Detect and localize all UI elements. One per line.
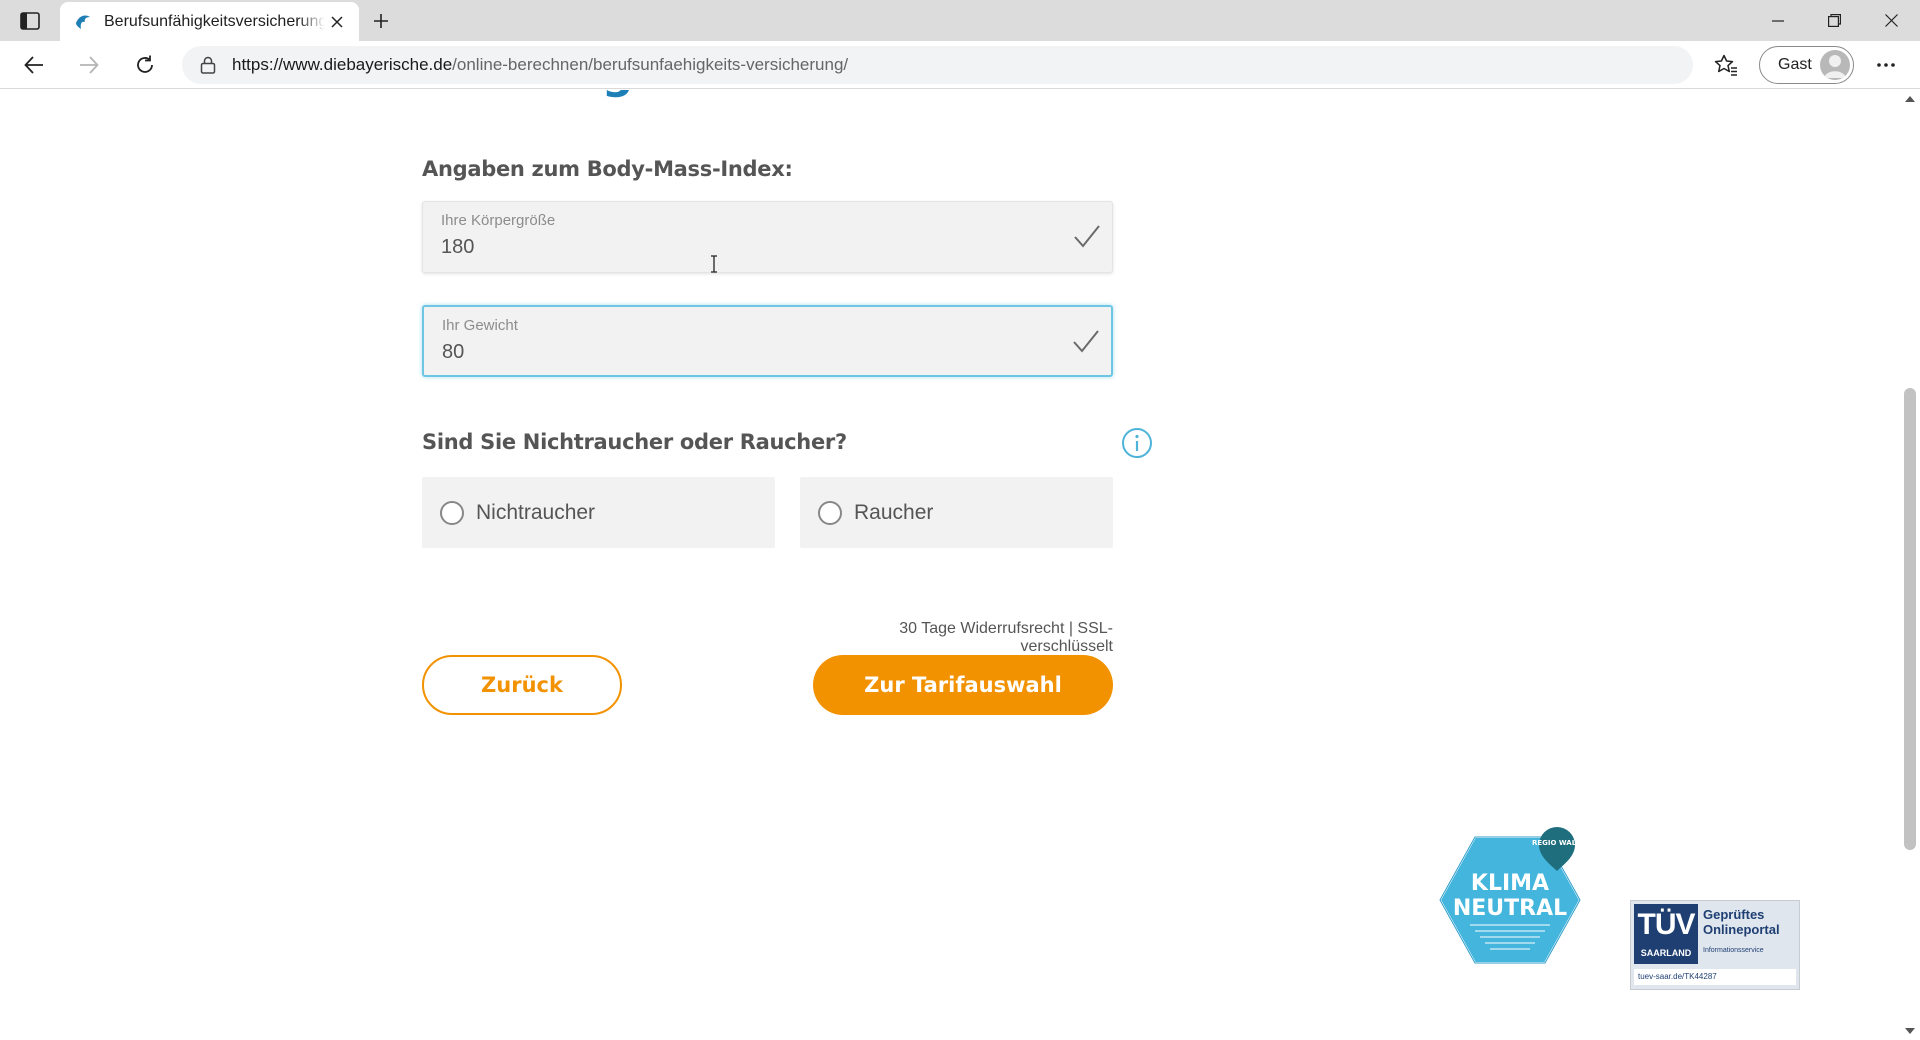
window-controls [1749, 0, 1920, 41]
tab-strip: Berufsunfähigkeitsversicherung [0, 0, 1920, 41]
tab-title: Berufsunfähigkeitsversicherung [104, 12, 325, 30]
tariff-selection-button[interactable]: Zur Tarifauswahl [813, 655, 1113, 715]
browser-tab[interactable]: Berufsunfähigkeitsversicherung [60, 2, 359, 41]
minimize-icon[interactable] [1749, 0, 1806, 41]
weight-field-label: Ihr Gewicht [442, 317, 518, 334]
reload-icon[interactable] [127, 47, 163, 83]
page-scrollbar[interactable] [1900, 90, 1920, 1040]
address-bar[interactable]: https://www.diebayerische.de/online-bere… [182, 46, 1693, 84]
tuev-badge[interactable]: TÜV SAARLAND Geprüftes Onlineportal Info… [1630, 900, 1800, 990]
tuev-title-line1: Geprüftes [1703, 907, 1765, 922]
height-field[interactable]: Ihre Körpergröße 180 [422, 201, 1113, 273]
close-window-icon[interactable] [1863, 0, 1920, 41]
weight-field[interactable]: Ihr Gewicht 80 [422, 305, 1113, 377]
bird-favicon-icon [74, 13, 92, 31]
radio-raucher[interactable]: Raucher [800, 477, 1113, 548]
height-field-value[interactable]: 180 [441, 236, 474, 259]
scroll-up-arrow-icon[interactable] [1905, 96, 1915, 102]
radio-circle[interactable] [818, 500, 842, 525]
tuev-subtitle: Informationsservice [1703, 947, 1764, 954]
scroll-thumb[interactable] [1904, 388, 1916, 850]
scroll-down-arrow-icon[interactable] [1905, 1028, 1915, 1034]
height-field-label: Ihre Körpergröße [441, 212, 556, 229]
tuev-region: SAARLAND [1640, 948, 1692, 958]
lock-icon[interactable] [198, 55, 218, 75]
radio-nichtraucher[interactable]: Nichtraucher [422, 477, 775, 548]
page-content: Ihre Angaben 3 von 3 Angaben zum Body-Ma… [0, 90, 1900, 1040]
tab-actions-icon[interactable] [16, 8, 44, 34]
tuev-title: Geprüftes Onlineportal [1703, 907, 1780, 937]
close-icon[interactable] [325, 10, 349, 34]
profile-button[interactable]: Gast [1759, 46, 1854, 84]
back-button[interactable]: Zurück [422, 655, 622, 715]
profile-label: Gast [1778, 56, 1812, 73]
tuev-logo-text: TÜV [1637, 908, 1696, 941]
radio-label-raucher: Raucher [854, 500, 934, 524]
legal-note: 30 Tage Widerrufsrecht | SSL-verschlüsse… [899, 620, 1113, 655]
info-icon[interactable] [1121, 427, 1153, 459]
url-host: https://www.diebayerische.de [232, 55, 453, 74]
radio-circle[interactable] [440, 500, 464, 525]
radio-label-nichtraucher: Nichtraucher [476, 500, 596, 524]
forward-arrow-icon[interactable] [71, 47, 107, 83]
url-path: /online-berechnen/berufsunfaehigkeits-ve… [452, 55, 849, 74]
favorites-icon[interactable] [1708, 47, 1744, 83]
klima-pin-text: REGIO WALD [1532, 839, 1582, 847]
check-icon [1073, 330, 1099, 353]
klima-neutral-badge: KLIMA NEUTRAL REGIO WALD [1438, 827, 1582, 964]
plus-icon[interactable] [366, 6, 396, 36]
more-icon[interactable] [1868, 47, 1904, 83]
weight-field-value[interactable]: 80 [442, 341, 464, 364]
url-text: https://www.diebayerische.de/online-bere… [232, 55, 848, 75]
klima-line2: NEUTRAL [1453, 896, 1567, 921]
browser-toolbar: https://www.diebayerische.de/online-bere… [0, 41, 1920, 89]
check-icon [1074, 225, 1100, 248]
smoker-question: Sind Sie Nichtraucher oder Raucher? [422, 430, 847, 454]
back-arrow-icon[interactable] [16, 47, 52, 83]
page-heading: Ihre Angaben 3 von 3 [422, 90, 953, 99]
restore-icon[interactable] [1806, 0, 1863, 41]
tuev-logo: TÜV SAARLAND [1634, 904, 1698, 964]
bmi-section-title: Angaben zum Body-Mass-Index: [422, 157, 793, 181]
tuev-title-line2: Onlineportal [1703, 922, 1780, 937]
tuev-url: tuev-saar.de/TK44287 [1634, 969, 1796, 985]
avatar-icon [1820, 50, 1850, 80]
klima-line1: KLIMA [1471, 871, 1549, 896]
text-cursor-icon [711, 255, 717, 273]
